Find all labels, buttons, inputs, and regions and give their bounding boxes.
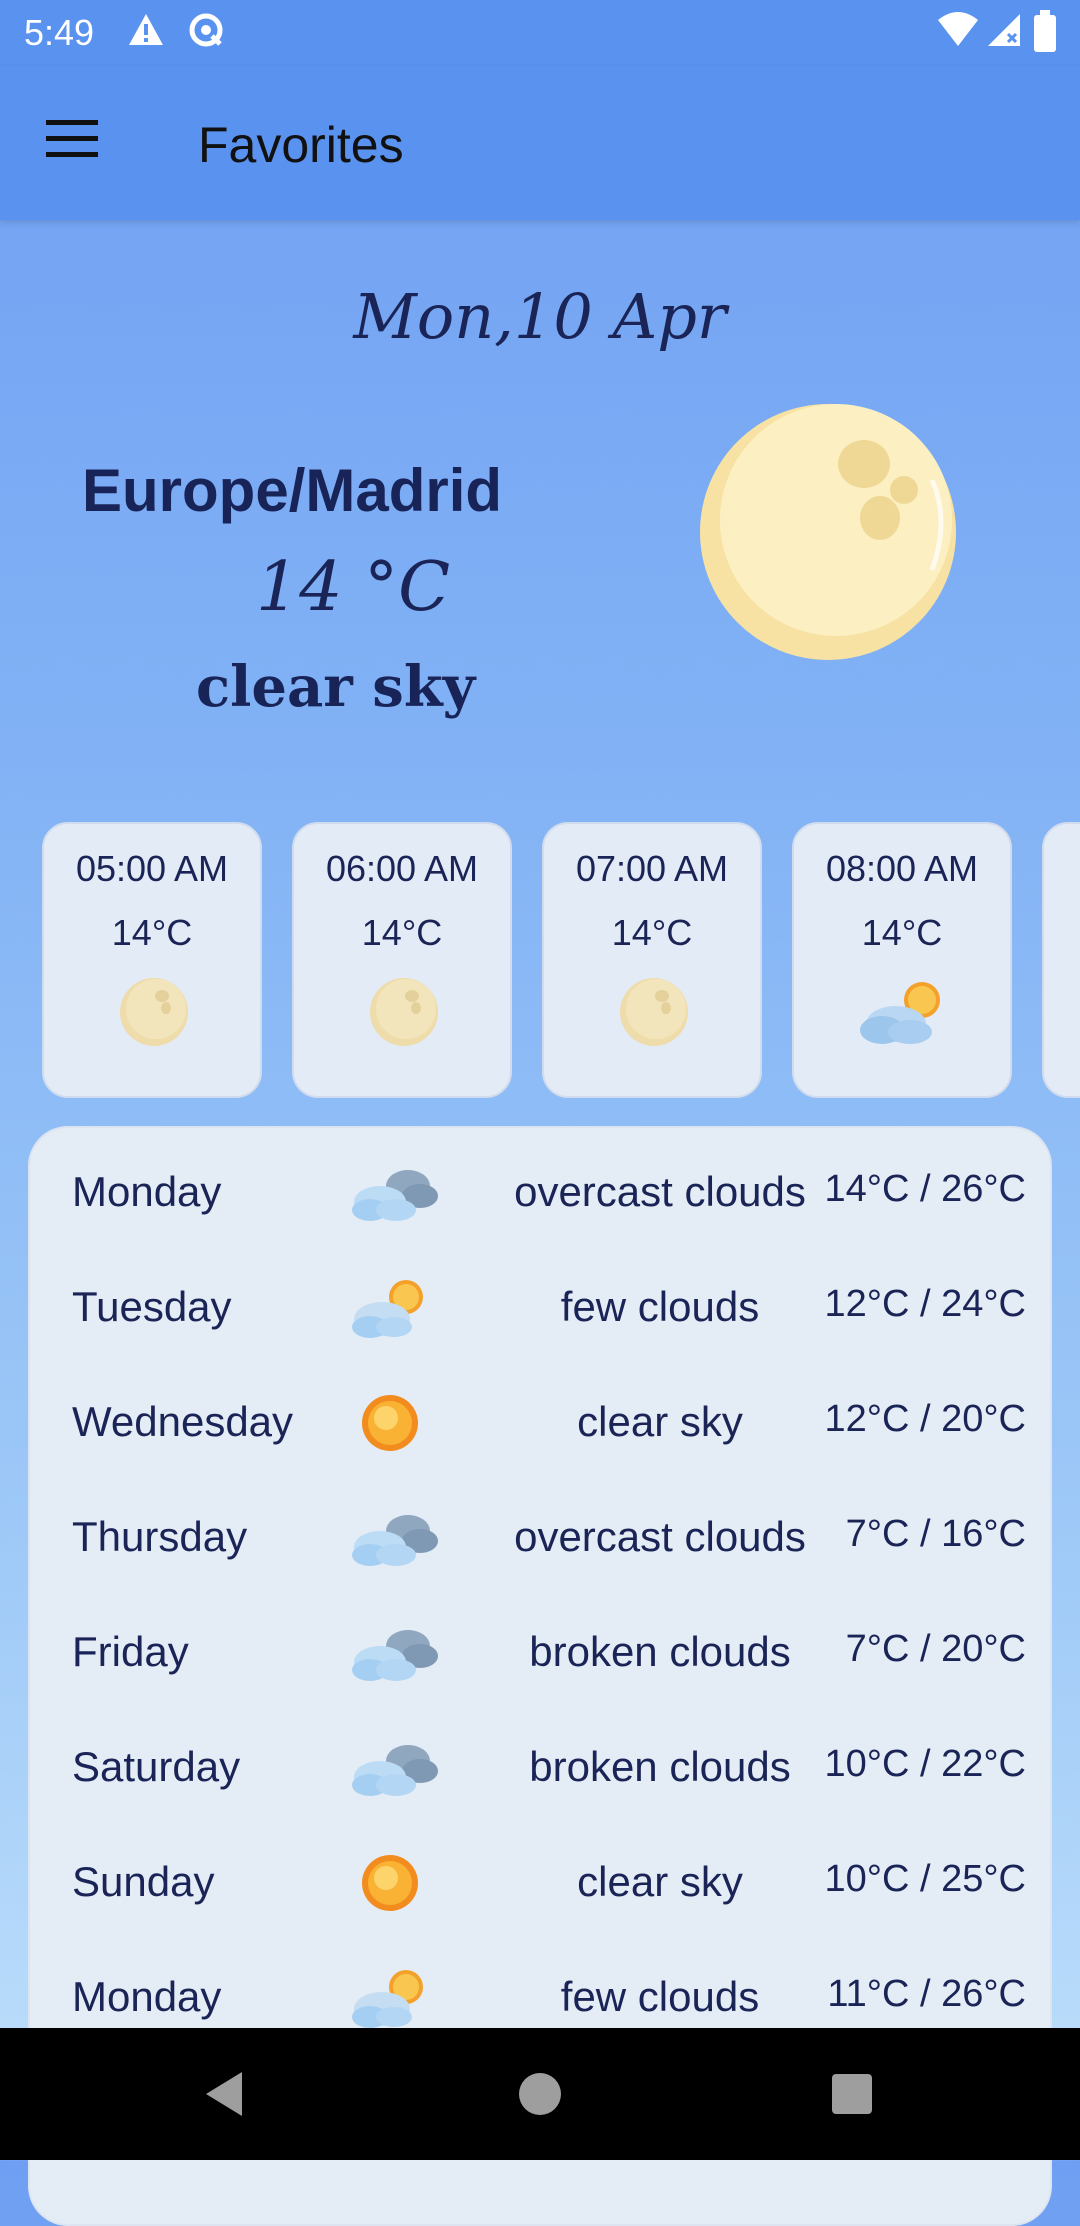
day-name: Tuesday [72, 1283, 232, 1330]
clouds-icon [352, 1745, 438, 1796]
day-name: Friday [72, 1628, 189, 1675]
day-temperature-range: 7°C / 16°C [845, 1513, 1026, 1555]
hour-temp: 14°C [111, 912, 193, 953]
clouds-icon [352, 1170, 438, 1221]
hour-time: 06:00 AM [325, 848, 479, 889]
hour-temp: 14°C [361, 912, 443, 953]
hour-time: 08:00 AM [825, 848, 979, 889]
signal-icon [988, 14, 1020, 46]
hour-temp: 14°C [861, 912, 943, 953]
warning-icon [129, 14, 163, 45]
hour-card[interactable]: 05:00 AM 14°C [42, 822, 262, 1098]
day-name: Monday [72, 1168, 222, 1215]
current-description: clear sky [196, 654, 476, 720]
day-name: Wednesday [72, 1398, 294, 1445]
list-item[interactable]: Thursday overcast clouds 7°C / 16°C [30, 1473, 1054, 1588]
city-name: Europe/Madrid [82, 457, 503, 524]
current-temperature: 14 °C [256, 548, 451, 627]
day-temperature-range: 14°C / 26°C [824, 1168, 1027, 1210]
sun-icon [362, 1395, 418, 1451]
day-description: few clouds [560, 1973, 760, 2020]
list-item[interactable]: Monday overcast clouds 14°C / 26°C [30, 1128, 1054, 1243]
partly-cloudy-icon [352, 1970, 423, 2028]
hour-time: 05:00 AM [75, 848, 229, 889]
battery-icon [1034, 10, 1056, 52]
home-icon[interactable] [518, 2068, 562, 2120]
list-item[interactable]: Saturday broken clouds 10°C / 22°C [30, 1703, 1054, 1818]
day-name: Saturday [72, 1743, 241, 1790]
day-name: Sunday [72, 1858, 215, 1905]
hour-time: 07:00 AM [575, 848, 729, 889]
day-description: overcast clouds [514, 1168, 806, 1215]
day-name: Thursday [72, 1513, 248, 1560]
day-temperature-range: 7°C / 20°C [845, 1628, 1026, 1670]
hour-card[interactable]: 07:00 AM 14°C [542, 822, 762, 1098]
partly-cloudy-icon [860, 982, 940, 1044]
clouds-icon [352, 1630, 438, 1681]
wifi-icon [938, 12, 978, 46]
hour-temp: 14°C [611, 912, 693, 953]
day-description: broken clouds [529, 1628, 791, 1675]
status-time: 5:49 [24, 12, 95, 53]
list-item[interactable]: Tuesday few clouds 12°C / 24°C [30, 1243, 1054, 1358]
moon-icon [620, 978, 688, 1046]
sun-icon [362, 1855, 418, 1911]
day-temperature-range: 11°C / 26°C [827, 1973, 1026, 2015]
day-description: clear sky [577, 1398, 743, 1445]
hour-card[interactable] [1042, 822, 1080, 1098]
app-bar: Favorites [0, 66, 1080, 220]
day-temperature-range: 12°C / 20°C [824, 1398, 1027, 1440]
day-temperature-range: 10°C / 25°C [824, 1858, 1027, 1900]
list-item[interactable]: Wednesday clear sky 12°C / 20°C [30, 1358, 1054, 1473]
partly-cloudy-icon [352, 1280, 423, 1338]
recents-icon[interactable] [830, 2068, 874, 2120]
list-item[interactable]: Friday broken clouds 7°C / 20°C [30, 1588, 1054, 1703]
moon-icon [370, 978, 438, 1046]
list-item[interactable]: Sunday clear sky 10°C / 25°C [30, 1818, 1054, 1933]
status-bar: 5:49 [0, 0, 1080, 66]
hour-card[interactable]: 06:00 AM 14°C [292, 822, 512, 1098]
day-description: overcast clouds [514, 1513, 806, 1560]
day-name: Monday [72, 1973, 222, 2020]
day-temperature-range: 12°C / 24°C [824, 1283, 1027, 1325]
day-temperature-range: 10°C / 22°C [824, 1743, 1027, 1785]
current-date: Mon,10 Apr [353, 280, 727, 353]
hourly-forecast[interactable]: 05:00 AM 14°C 06:00 AM 14°C 07:00 AM 14°… [42, 822, 1080, 1098]
moon-icon [700, 404, 956, 660]
back-icon[interactable] [200, 2068, 250, 2120]
day-description: few clouds [560, 1283, 760, 1330]
menu-icon[interactable] [46, 120, 106, 166]
sync-icon [189, 13, 223, 47]
day-description: broken clouds [529, 1743, 791, 1790]
hour-card[interactable]: 08:00 AM 14°C [792, 822, 1012, 1098]
page-title: Favorites [198, 117, 404, 173]
navigation-bar [0, 2028, 1080, 2160]
day-description: clear sky [577, 1858, 743, 1905]
clouds-icon [352, 1515, 438, 1566]
moon-icon [120, 978, 188, 1046]
